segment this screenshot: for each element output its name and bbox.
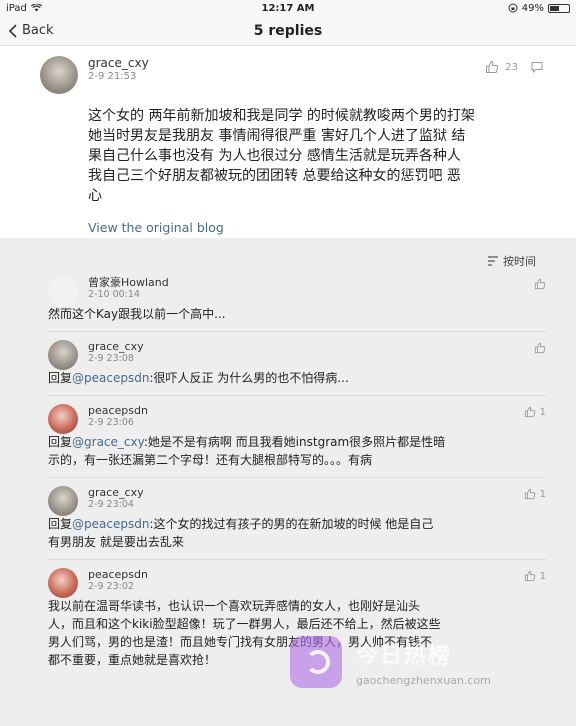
- reply-like[interactable]: 1: [524, 406, 546, 418]
- post-user-meta: grace_cxy 2-9 21:53: [88, 56, 149, 84]
- reply-text-line: 都不重要，重点她就是喜欢抢！: [48, 653, 217, 667]
- avatar[interactable]: [40, 56, 78, 94]
- avatar[interactable]: [48, 404, 78, 434]
- post-body: 这个女的 两年前新加坡和我是同学 的时候就教唆两个男的打架 她当时男友是我朋友 …: [88, 106, 544, 206]
- thumbs-up-icon[interactable]: [485, 60, 499, 74]
- reply-text-line: 男人们骂，男的也是渣！而且她专门找有女朋友的男人，男人帅不有钱不: [48, 635, 433, 649]
- status-time: 12:17 AM: [261, 2, 315, 14]
- divider: [48, 331, 546, 332]
- reply-text-line: 示的，有一张还漏第二个字母！还有大腿根部特写的。。。有病: [48, 453, 373, 467]
- reply-like-count: 1: [539, 406, 546, 418]
- reply-text-line: 然而这个Kay跟我以前一个高中...: [48, 305, 546, 323]
- divider: [48, 395, 546, 396]
- post-date: 2-9 21:53: [88, 71, 137, 82]
- divider: [48, 559, 546, 560]
- watermark-url: gaochengzhenxuan.com: [356, 674, 491, 687]
- reply-username[interactable]: grace_cxy: [88, 340, 546, 353]
- battery-fill: [550, 5, 559, 11]
- reply-username[interactable]: peacepsdn: [88, 568, 546, 581]
- reply-username[interactable]: peacepsdn: [88, 404, 546, 417]
- reply-mention-link[interactable]: @peacepsdn: [72, 517, 149, 531]
- view-original-link[interactable]: View the original blog: [88, 220, 544, 235]
- reply-item: grace_cxy 2-9 23:04 回复@peacepsdn:这个女的找过有…: [0, 486, 576, 551]
- thumbs-up-icon: [524, 488, 535, 500]
- reply-content: peacepsdn 2-9 23:06 回复@grace_cxy:她是不是有病啊…: [48, 404, 546, 469]
- reply-item: grace_cxy 2-9 23:08 回复@peacepsdn:很吓人反正 为…: [0, 340, 576, 387]
- reply-text: 回复@grace_cxy:她是不是有病啊 而且我看她instgram很多照片都是…: [48, 433, 546, 469]
- reply-item: peacepsdn 2-9 23:06 回复@grace_cxy:她是不是有病啊…: [0, 404, 576, 469]
- post-text-line: 果自己什么事也没有 为人也很过分 感情生活就是玩弄各种人: [88, 148, 461, 164]
- thumbs-up-icon: [534, 278, 546, 290]
- reply-text-line: 回复@peacepsdn:很吓人反正 为什么男的也不怕得病...: [48, 369, 546, 387]
- status-bar: iPad 12:17 AM 49%: [0, 0, 576, 16]
- reply-content: grace_cxy 2-9 23:08 回复@peacepsdn:很吓人反正 为…: [48, 340, 546, 387]
- reply-date: 2-9 23:06: [88, 417, 134, 428]
- reply-mention-link[interactable]: @peacepsdn: [72, 371, 149, 385]
- battery-icon: [548, 3, 570, 13]
- reply-text-prefix: 回复: [48, 371, 73, 385]
- post-text-line: 她当时男友是我朋友 事情闹得很严重 害好几个人进了监狱 结: [88, 128, 466, 144]
- reply-text-suffix: :很吓人反正 为什么男的也不怕得病...: [149, 371, 349, 385]
- sort-label: 按时间: [503, 255, 536, 268]
- reply-like[interactable]: [534, 342, 546, 354]
- reply-like[interactable]: 1: [524, 570, 546, 582]
- main-post: grace_cxy 2-9 21:53 23 这个女的 两年前新加坡和我是同学 …: [0, 46, 576, 238]
- reply-text-prefix: 回复: [48, 517, 73, 531]
- reply-text-prefix: 然而这个Kay跟我以前一个高中...: [48, 307, 226, 321]
- reply-like[interactable]: [534, 278, 546, 290]
- post-text-line: 我自己三个好朋友都被玩的团团转 总要给这种女的惩罚吧 恶: [88, 168, 461, 184]
- reply-date: 2-9 23:08: [88, 353, 134, 364]
- reply-like[interactable]: 1: [524, 488, 546, 500]
- post-text-line: 心: [88, 188, 102, 204]
- avatar[interactable]: [48, 340, 78, 370]
- reply-text: 然而这个Kay跟我以前一个高中...: [48, 305, 546, 323]
- page-title: 5 replies: [253, 22, 323, 39]
- comment-icon[interactable]: [530, 60, 544, 74]
- sort-toggle[interactable]: 按时间: [0, 246, 576, 276]
- reply-text-line: 有男朋友 就是要出去乱来: [48, 535, 184, 549]
- reply-item: peacepsdn 2-9 23:02 我以前在温哥华读书，也认识一个喜欢玩弄感…: [0, 568, 576, 669]
- reply-text-suffix: :这个女的找过有孩子的男的在新加坡的时候 他是自己: [149, 517, 434, 531]
- post-actions: 23: [485, 56, 544, 74]
- thumbs-up-icon: [534, 342, 546, 354]
- reply-text: 回复@peacepsdn:很吓人反正 为什么男的也不怕得病...: [48, 369, 546, 387]
- back-label: Back: [22, 23, 54, 38]
- reply-text-suffix: :她是不是有病啊 而且我看她instgram很多照片都是性暗: [143, 435, 446, 449]
- sort-icon: [488, 256, 498, 266]
- post-username[interactable]: grace_cxy: [88, 56, 149, 70]
- back-button[interactable]: Back: [0, 23, 54, 38]
- reply-mention-link[interactable]: @grace_cxy: [72, 435, 144, 449]
- thumbs-up-icon: [524, 570, 535, 582]
- reply-date: 2-9 23:02: [88, 581, 134, 592]
- chevron-left-icon: [8, 23, 17, 38]
- reply-text-prefix: 回复: [48, 435, 73, 449]
- reply-text: 我以前在温哥华读书，也认识一个喜欢玩弄感情的女人，也刚好是汕头 人，而且和这个k…: [48, 597, 546, 669]
- reply-text-line: 回复@grace_cxy:她是不是有病啊 而且我看她instgram很多照片都是…: [48, 433, 546, 451]
- reply-username[interactable]: 曾家豪Howland: [88, 276, 546, 289]
- avatar[interactable]: [48, 486, 78, 516]
- reply-date: 2-9 23:04: [88, 499, 134, 510]
- reply-content: peacepsdn 2-9 23:02 我以前在温哥华读书，也认识一个喜欢玩弄感…: [48, 568, 546, 669]
- reply-like-count: 1: [539, 570, 546, 582]
- reply-text-line: 回复@peacepsdn:这个女的找过有孩子的男的在新加坡的时候 他是自己: [48, 515, 546, 533]
- divider: [48, 477, 546, 478]
- reply-content: 曾家豪Howland 2-10 00:14 然而这个Kay跟我以前一个高中...: [48, 276, 546, 323]
- reply-text-line: 我以前在温哥华读书，也认识一个喜欢玩弄感情的女人，也刚好是汕头: [48, 599, 421, 613]
- reply-item: 曾家豪Howland 2-10 00:14 然而这个Kay跟我以前一个高中...: [0, 276, 576, 323]
- reply-date: 2-10 00:14: [88, 289, 140, 300]
- thumbs-up-icon: [524, 406, 535, 418]
- reply-username[interactable]: grace_cxy: [88, 486, 546, 499]
- reply-text-line: 人，而且和这个kiki脸型超像！玩了一群男人，最后还不给上，然后被这些: [48, 617, 441, 631]
- reply-text: 回复@peacepsdn:这个女的找过有孩子的男的在新加坡的时候 他是自己 有男…: [48, 515, 546, 551]
- post-header: grace_cxy 2-9 21:53 23: [40, 56, 544, 94]
- reply-content: grace_cxy 2-9 23:04 回复@peacepsdn:这个女的找过有…: [48, 486, 546, 551]
- reply-like-count: 1: [539, 488, 546, 500]
- post-text-line: 这个女的 两年前新加坡和我是同学 的时候就教唆两个男的打架: [88, 108, 475, 124]
- post-like-count: 23: [505, 61, 518, 73]
- nav-bar: Back 5 replies: [0, 16, 576, 46]
- avatar[interactable]: [48, 276, 78, 306]
- avatar[interactable]: [48, 568, 78, 598]
